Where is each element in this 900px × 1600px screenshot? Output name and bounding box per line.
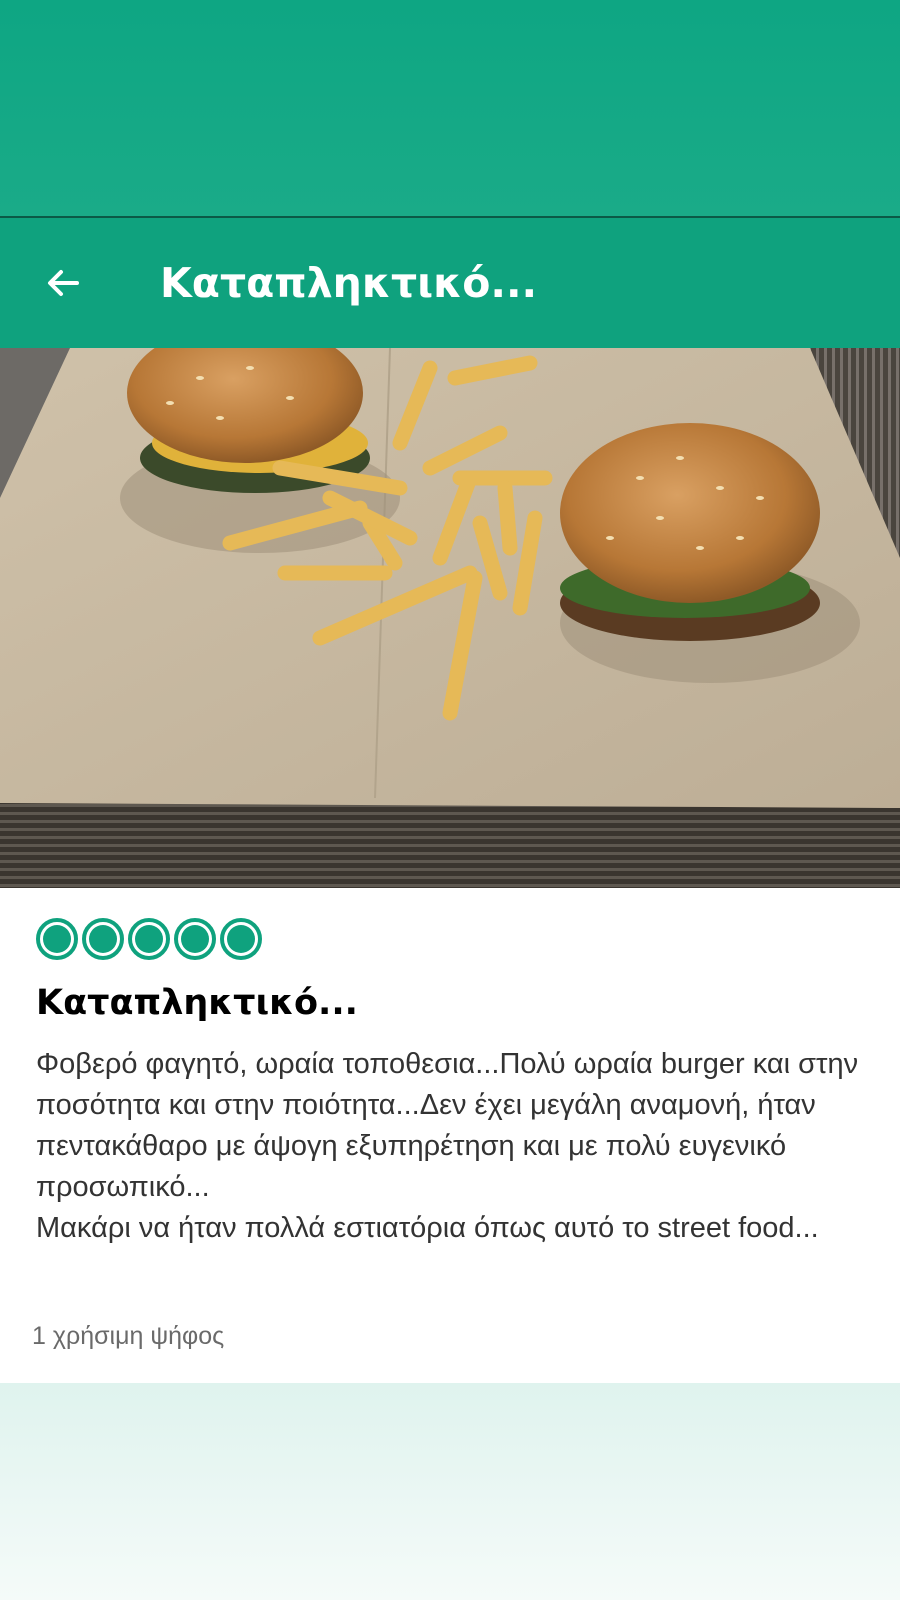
rating-bubble-icon — [174, 918, 216, 960]
helpful-votes-count[interactable]: 1 χρήσιμη ψήφος — [32, 1322, 224, 1351]
back-button[interactable] — [36, 256, 90, 310]
review-photo[interactable] — [0, 348, 900, 888]
app-bar: Καταπληκτικό... — [0, 218, 900, 348]
rating-bubble-icon — [128, 918, 170, 960]
rating-bubble-icon — [82, 918, 124, 960]
review-title: Καταπληκτικό... — [36, 983, 358, 1023]
bottom-area — [0, 1383, 900, 1600]
review-body: Φοβερό φαγητό, ωραία τοποθεσια...Πολύ ωρ… — [36, 1044, 876, 1249]
review-paragraph: Μακάρι να ήταν πολλά εστιατόρια όπως αυτ… — [36, 1212, 819, 1244]
review-card: Καταπληκτικό... Φοβερό φαγητό, ωραία τοπ… — [0, 888, 900, 1383]
page-title: Καταπληκτικό... — [160, 259, 538, 307]
rating-bubble-icon — [220, 918, 262, 960]
status-bar-area — [0, 0, 900, 218]
rating-bubble-icon — [36, 918, 78, 960]
rating-bubbles — [36, 918, 262, 960]
arrow-left-icon — [48, 270, 79, 296]
review-paragraph: Φοβερό φαγητό, ωραία τοποθεσια...Πολύ ωρ… — [36, 1048, 859, 1203]
